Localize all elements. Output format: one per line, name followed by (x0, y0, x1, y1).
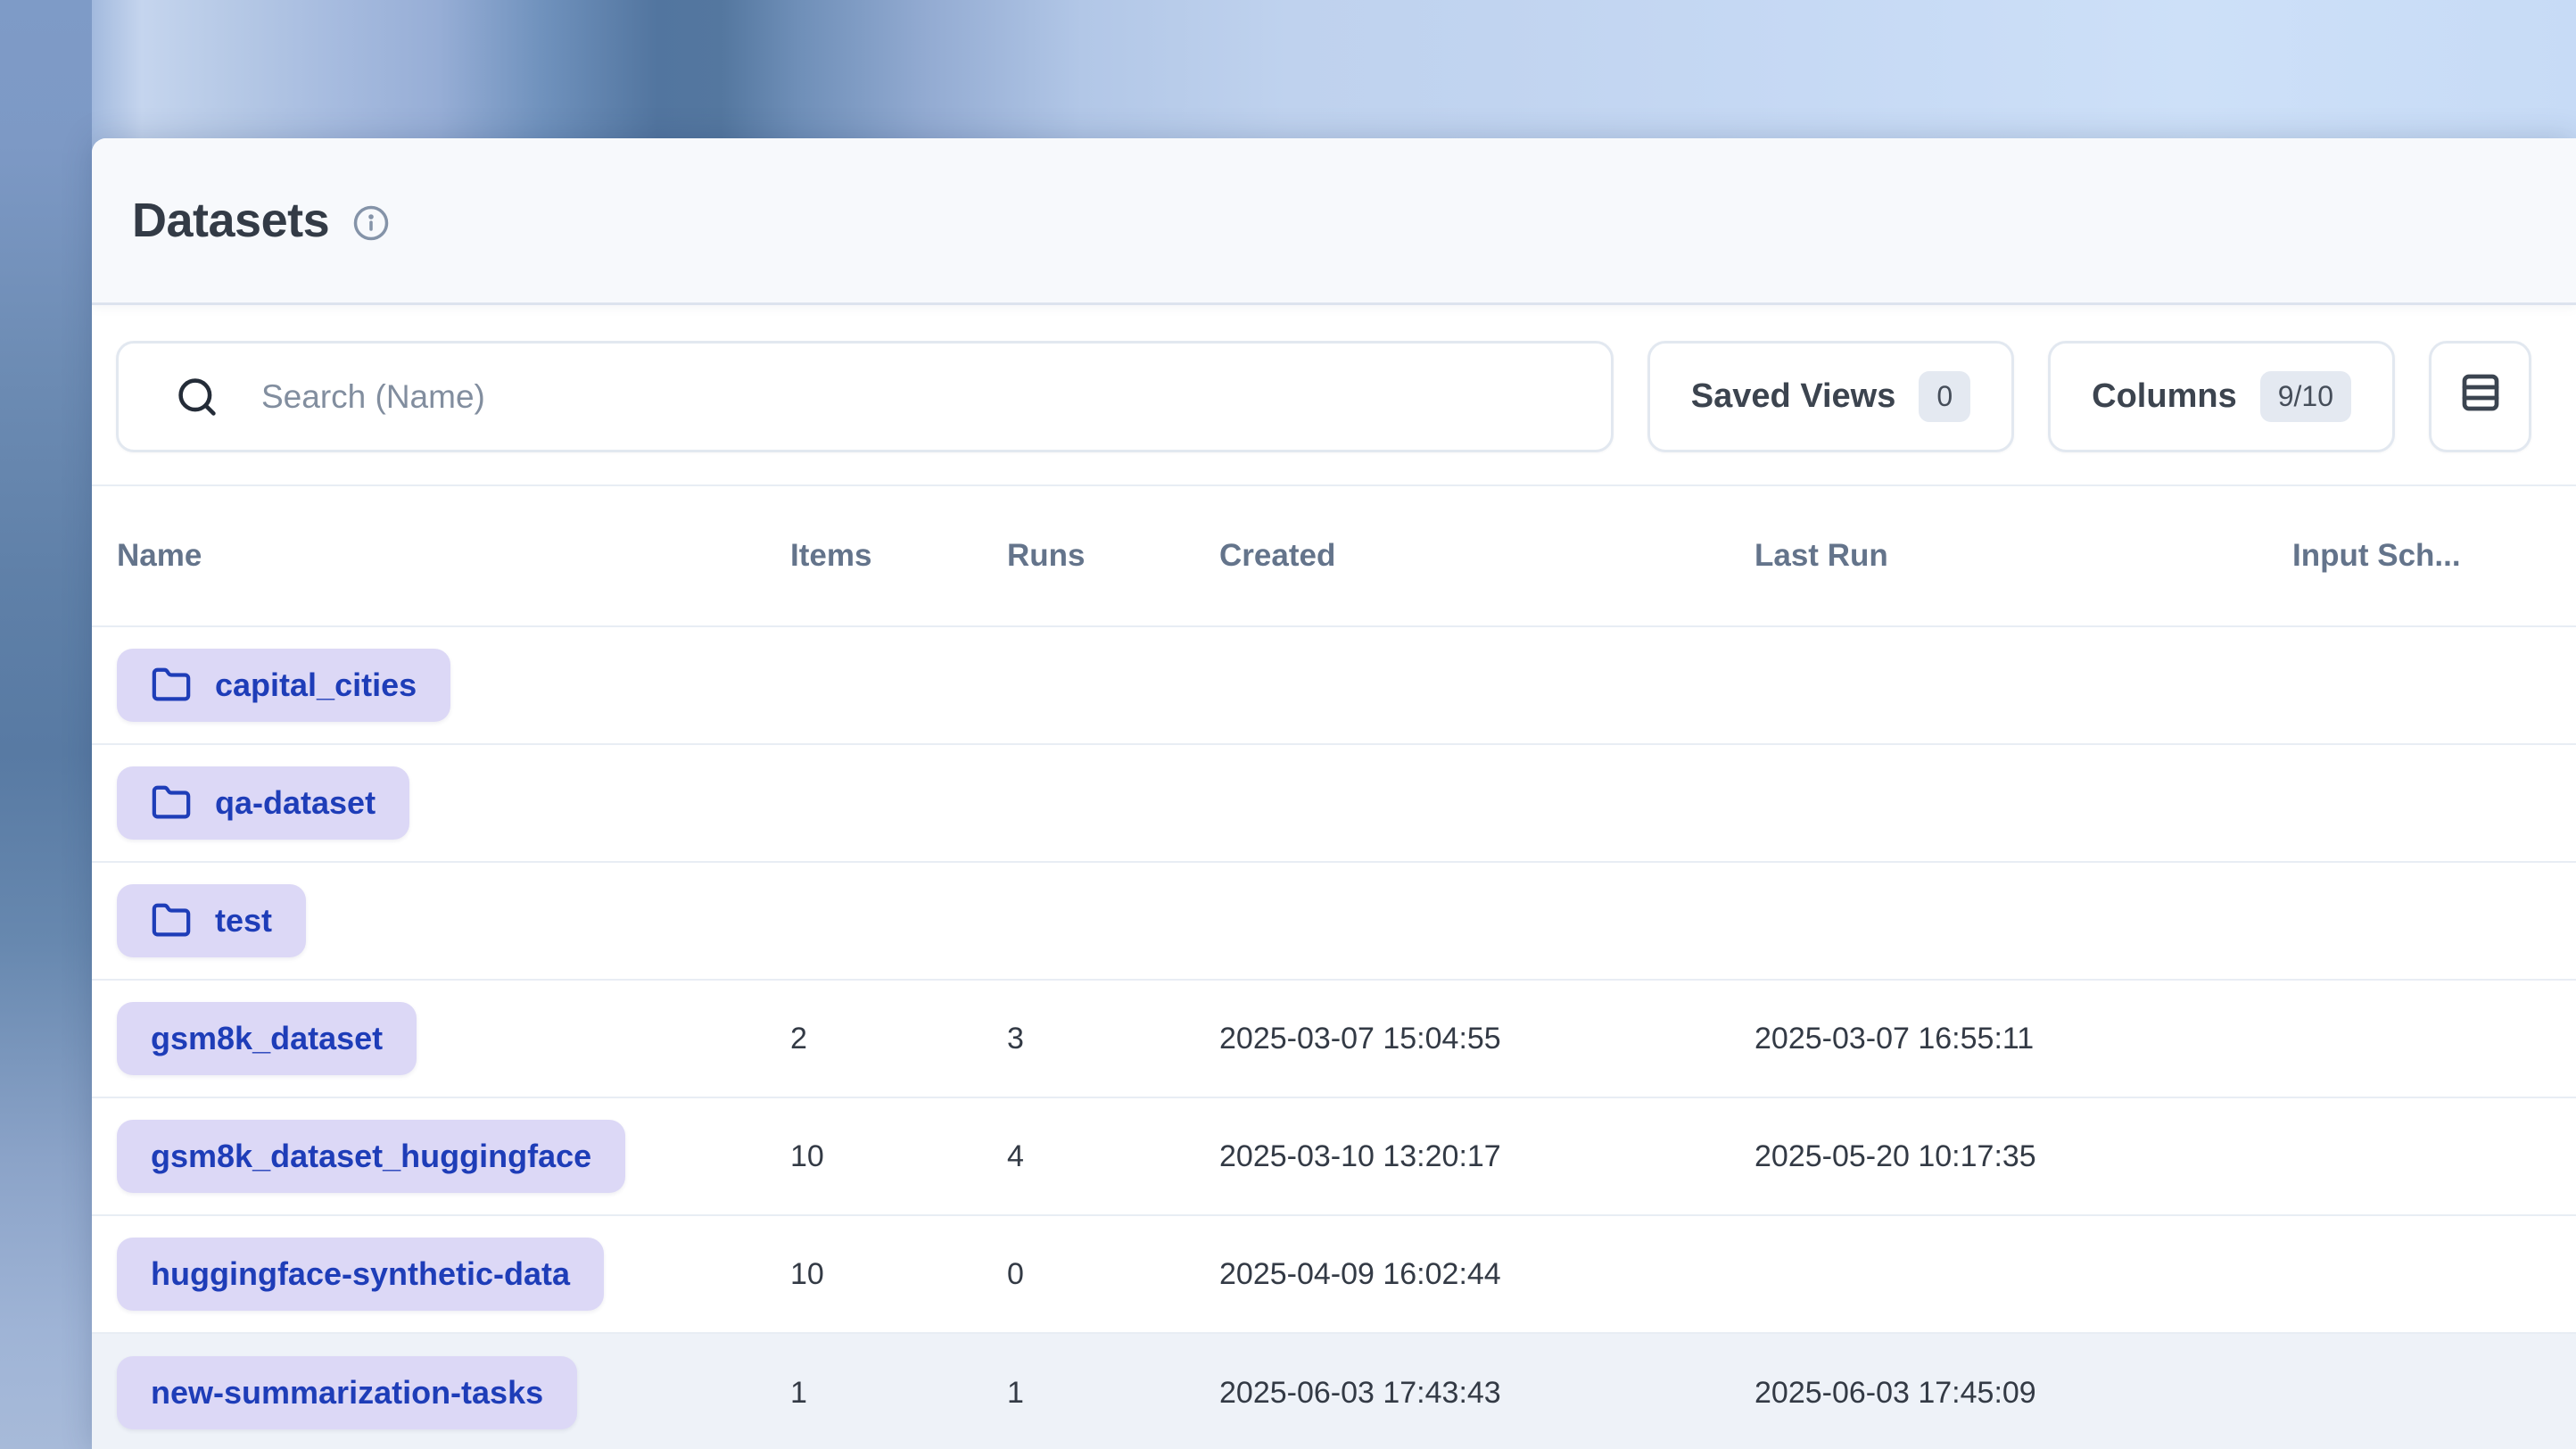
folder-icon (151, 782, 192, 824)
columns-label: Columns (2092, 377, 2237, 416)
datasets-panel: Datasets Saved Views 0 Columns (92, 138, 2576, 1449)
dataset-name: huggingface-synthetic-data (151, 1255, 570, 1293)
rows-icon (2456, 368, 2505, 426)
items-cell: 1 (790, 1376, 1007, 1411)
search-box (116, 341, 1614, 452)
runs-cell: 4 (1007, 1139, 1219, 1174)
folder-name: test (215, 902, 272, 940)
runs-cell: 3 (1007, 1022, 1219, 1056)
saved-views-count-badge: 0 (1919, 371, 1970, 422)
created-cell: 2025-03-07 15:04:55 (1219, 1022, 1754, 1056)
dataset-name-badge[interactable]: gsm8k_dataset (117, 1002, 417, 1075)
folder-icon (151, 665, 192, 706)
folder-badge[interactable]: capital_cities (117, 649, 450, 722)
table-body: capital_cities qa-dataset (92, 627, 2576, 1449)
created-cell: 2025-06-03 17:43:43 (1219, 1376, 1754, 1411)
folder-badge[interactable]: qa-dataset (117, 766, 409, 840)
panel-header: Datasets (92, 138, 2576, 305)
items-cell: 10 (790, 1139, 1007, 1174)
folder-name: capital_cities (215, 667, 417, 704)
dataset-name: new-summarization-tasks (151, 1374, 543, 1412)
column-header-runs: Runs (1007, 538, 1219, 574)
background-gradient-strip (0, 0, 92, 1449)
dataset-name: gsm8k_dataset (151, 1020, 383, 1057)
folder-badge[interactable]: test (117, 884, 306, 957)
runs-cell: 0 (1007, 1257, 1219, 1292)
items-cell: 2 (790, 1022, 1007, 1056)
runs-cell: 1 (1007, 1376, 1219, 1411)
columns-count-badge: 9/10 (2260, 371, 2351, 422)
row-height-button[interactable] (2429, 341, 2531, 452)
table-row: gsm8k_dataset_huggingface 10 4 2025-03-1… (92, 1098, 2576, 1216)
column-header-name: Name (117, 538, 790, 574)
column-header-created: Created (1219, 538, 1754, 574)
search-input[interactable] (260, 377, 1575, 417)
dataset-name-badge[interactable]: gsm8k_dataset_huggingface (117, 1120, 625, 1193)
column-header-input-schema: Input Sch... (2292, 538, 2576, 574)
table-row: gsm8k_dataset 2 3 2025-03-07 15:04:55 20… (92, 981, 2576, 1098)
folder-icon (151, 900, 192, 941)
last-run-cell: 2025-06-03 17:45:09 (1754, 1376, 2292, 1411)
table-row: qa-dataset (92, 745, 2576, 863)
info-icon[interactable] (352, 204, 390, 242)
last-run-cell: 2025-05-20 10:17:35 (1754, 1139, 2292, 1174)
created-cell: 2025-03-10 13:20:17 (1219, 1139, 1754, 1174)
table-row: huggingface-synthetic-data 10 0 2025-04-… (92, 1216, 2576, 1334)
table-row: capital_cities (92, 627, 2576, 745)
columns-button[interactable]: Columns 9/10 (2048, 341, 2395, 452)
table-row: new-summarization-tasks 1 1 2025-06-03 1… (92, 1334, 2576, 1449)
items-cell: 10 (790, 1257, 1007, 1292)
table-header-row: Name Items Runs Created Last Run Input S… (92, 484, 2576, 627)
created-cell: 2025-04-09 16:02:44 (1219, 1257, 1754, 1292)
saved-views-label: Saved Views (1691, 377, 1896, 416)
saved-views-button[interactable]: Saved Views 0 (1647, 341, 2014, 452)
page-title: Datasets (132, 193, 329, 248)
folder-name: qa-dataset (215, 784, 376, 822)
dataset-name: gsm8k_dataset_huggingface (151, 1138, 591, 1175)
last-run-cell: 2025-03-07 16:55:11 (1754, 1022, 2292, 1056)
table-row: test (92, 863, 2576, 981)
dataset-name-badge[interactable]: huggingface-synthetic-data (117, 1238, 604, 1311)
column-header-items: Items (790, 538, 1007, 574)
dataset-name-badge[interactable]: new-summarization-tasks (117, 1356, 577, 1429)
column-header-last-run: Last Run (1754, 538, 2292, 574)
toolbar: Saved Views 0 Columns 9/10 (92, 305, 2576, 484)
search-icon (174, 374, 220, 420)
